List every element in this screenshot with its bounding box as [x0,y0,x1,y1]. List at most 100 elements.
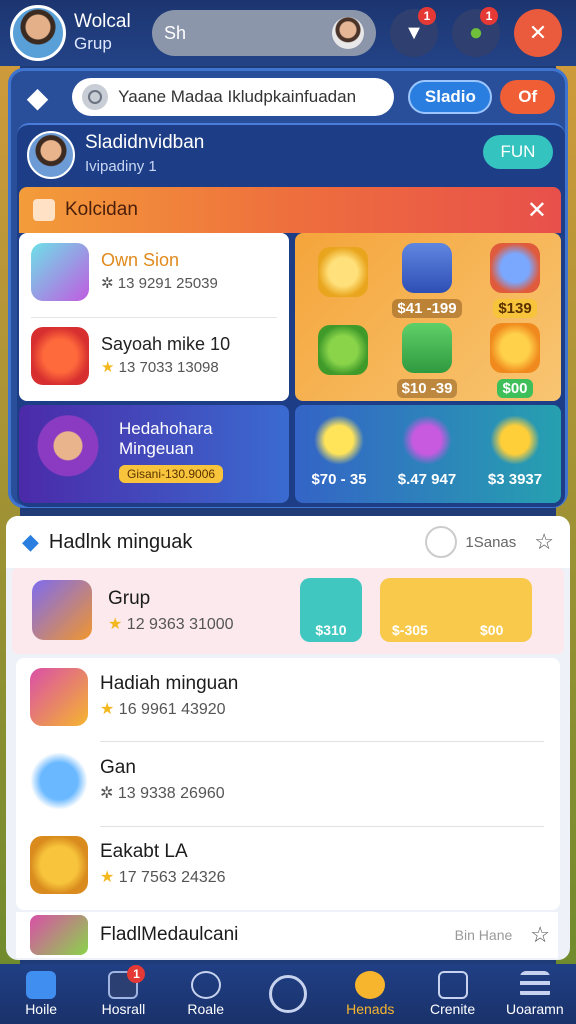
profile: Sladidnvidban Ivipadiny 1 [27,131,204,179]
featured-reward-1[interactable]: $310 [300,578,362,642]
user-avatar[interactable] [10,5,66,61]
back-button[interactable]: ◆ [21,80,54,114]
notification-button[interactable]: ▼ 1 [390,7,438,57]
nav-henads[interactable]: Henads [334,971,406,1017]
main-panel: ◆ Yaane Madaa Ikludpkainfuadan Sladio Of… [8,68,568,508]
featured-reward-group[interactable]: $-305 $00 [380,578,532,642]
item-sub: ✲ 13 9291 25039 [101,275,218,292]
reward-tile[interactable]: $00 [475,323,555,398]
star-icon [314,415,364,465]
profile-avatar[interactable] [27,131,75,179]
promo-card[interactable]: Hedahohara Mingeuan Gisani-130.9006 [19,405,289,503]
favorite-star-button[interactable]: ☆ [530,922,550,948]
item-title: Hadiah minguan [100,673,239,694]
close-section-button[interactable]: ✕ [527,196,547,225]
home-icon [26,971,57,999]
reward-tile[interactable] [303,247,383,303]
reward-value: $10 -39 [396,379,458,398]
profile-text: Sladidnvidban Ivipadiny 1 [85,131,204,179]
list-section-title: Hadlnk minguak [48,530,193,553]
divider [100,741,544,742]
reward-grid: $41 -199 $139 $10 -39 $00 [295,233,561,401]
bag-icon [437,971,468,999]
nav-home[interactable]: Hoile [5,971,77,1017]
character-icon [29,413,107,495]
nav-label: Hosrall [101,1001,146,1017]
off-button-label: Of [518,87,538,106]
search-input-text: Yaane Madaa Ikludpkainfuadan [118,87,357,106]
reward-value: $-305 [392,622,428,638]
treasure-box-icon [30,668,88,726]
search-avatar-icon [332,17,364,49]
reward-tile[interactable]: $3 3937 [475,415,555,488]
studio-button[interactable]: Sladio [408,80,493,114]
top-search[interactable]: Sh [152,10,376,56]
reward-value: $41 -199 [392,299,462,318]
reward-tile[interactable] [303,325,383,381]
top-bar: Wolcal Grup Sh ▼ 1 ● 1 ✕ [0,0,576,66]
top-search-text: Sh [164,22,187,43]
user-name-line1: Wolcal [74,11,131,32]
promo-chip: Gisani-130.9006 [119,465,224,483]
item-title: Sayoah mike 10 [101,334,231,354]
nav-menu[interactable]: Uoaramn [499,971,571,1017]
item-title: Own Sion [101,250,180,270]
item-sub: Bin Hane [454,927,513,943]
featured-row[interactable]: Grup ★ 12 9363 31000 $310 $-305 $00 [12,568,564,654]
list-item[interactable]: Gan ✲ 13 9338 26960 [16,752,558,810]
list-item[interactable]: Eakabt LA ★ 17 7563 24326 [16,836,558,894]
nav-hosrall[interactable]: Hosrall 1 [87,965,159,1017]
reward-tile[interactable]: $.47 947 [387,415,467,488]
reward-value: $00 [480,622,504,638]
search-row: ◆ Yaane Madaa Ikludpkainfuadan Sladio Of [11,75,565,119]
profile-level: Ivipadiny 1 [85,158,157,175]
item-sub: 16 9961 43920 [118,701,226,718]
star-icon: ★ [100,701,115,718]
off-button[interactable]: Of [500,80,555,114]
search-input[interactable]: Yaane Madaa Ikludpkainfuadan [72,78,395,116]
ticket-icon [318,325,368,375]
chest-icon [30,915,88,955]
nav-roale[interactable]: Roale [170,971,242,1017]
nav-label: Uoaramn [506,1001,564,1017]
user-icon [425,526,458,558]
gift-button[interactable]: ● 1 [452,7,500,57]
featured-sub: 12 9363 31000 [126,616,234,633]
notification-badge: 1 [418,7,436,25]
item-title: FladlMedaulcani [100,924,239,945]
list-item[interactable]: Hadiah minguan ★ 16 9961 43920 [16,668,558,726]
reward-tile[interactable]: $10 -39 [387,323,467,398]
close-icon: ✕ [526,196,547,224]
section-title: Kolcidan [65,199,138,220]
fun-button[interactable]: FUN [483,135,553,169]
reward-value: $3 3937 [487,471,543,488]
divider [31,317,277,318]
reward-tile[interactable]: $70 - 35 [299,415,379,488]
coin-icon [490,323,540,373]
close-icon: ✕ [528,20,548,45]
close-app-button[interactable]: ✕ [514,9,562,57]
reward-value: $.47 947 [397,471,457,488]
coins-icon [30,836,88,894]
nav-center[interactable] [252,975,324,1013]
sort-control[interactable]: 1Sanas [425,526,516,558]
list-item[interactable]: Own Sion ✲ 13 9291 25039 [31,243,218,301]
divider [100,826,544,827]
nav-label: Hoile [25,1001,58,1017]
reward-tile[interactable]: $41 -199 [387,243,467,318]
reward-tile[interactable]: $139 [475,243,555,318]
list-item[interactable]: FladlMedaulcani Bin Hane ☆ [16,912,558,958]
star-badge-icon [318,247,368,297]
sun-icon [490,415,540,465]
promo-line1: Hedahohara [119,419,213,438]
favorite-star-button[interactable]: ☆ [534,529,554,555]
star-icon: ★ [100,869,115,886]
fun-button-label: FUN [500,142,536,161]
nav-crenite[interactable]: Crenite [417,971,489,1017]
list-item[interactable]: Sayoah mike 10 ★ 13 7033 13098 [31,327,230,385]
cash-icon [402,323,452,373]
heart-icon [355,971,386,999]
user-name-line2: Grup [74,34,112,53]
gem-icon [402,415,452,465]
search-icon [82,84,109,110]
